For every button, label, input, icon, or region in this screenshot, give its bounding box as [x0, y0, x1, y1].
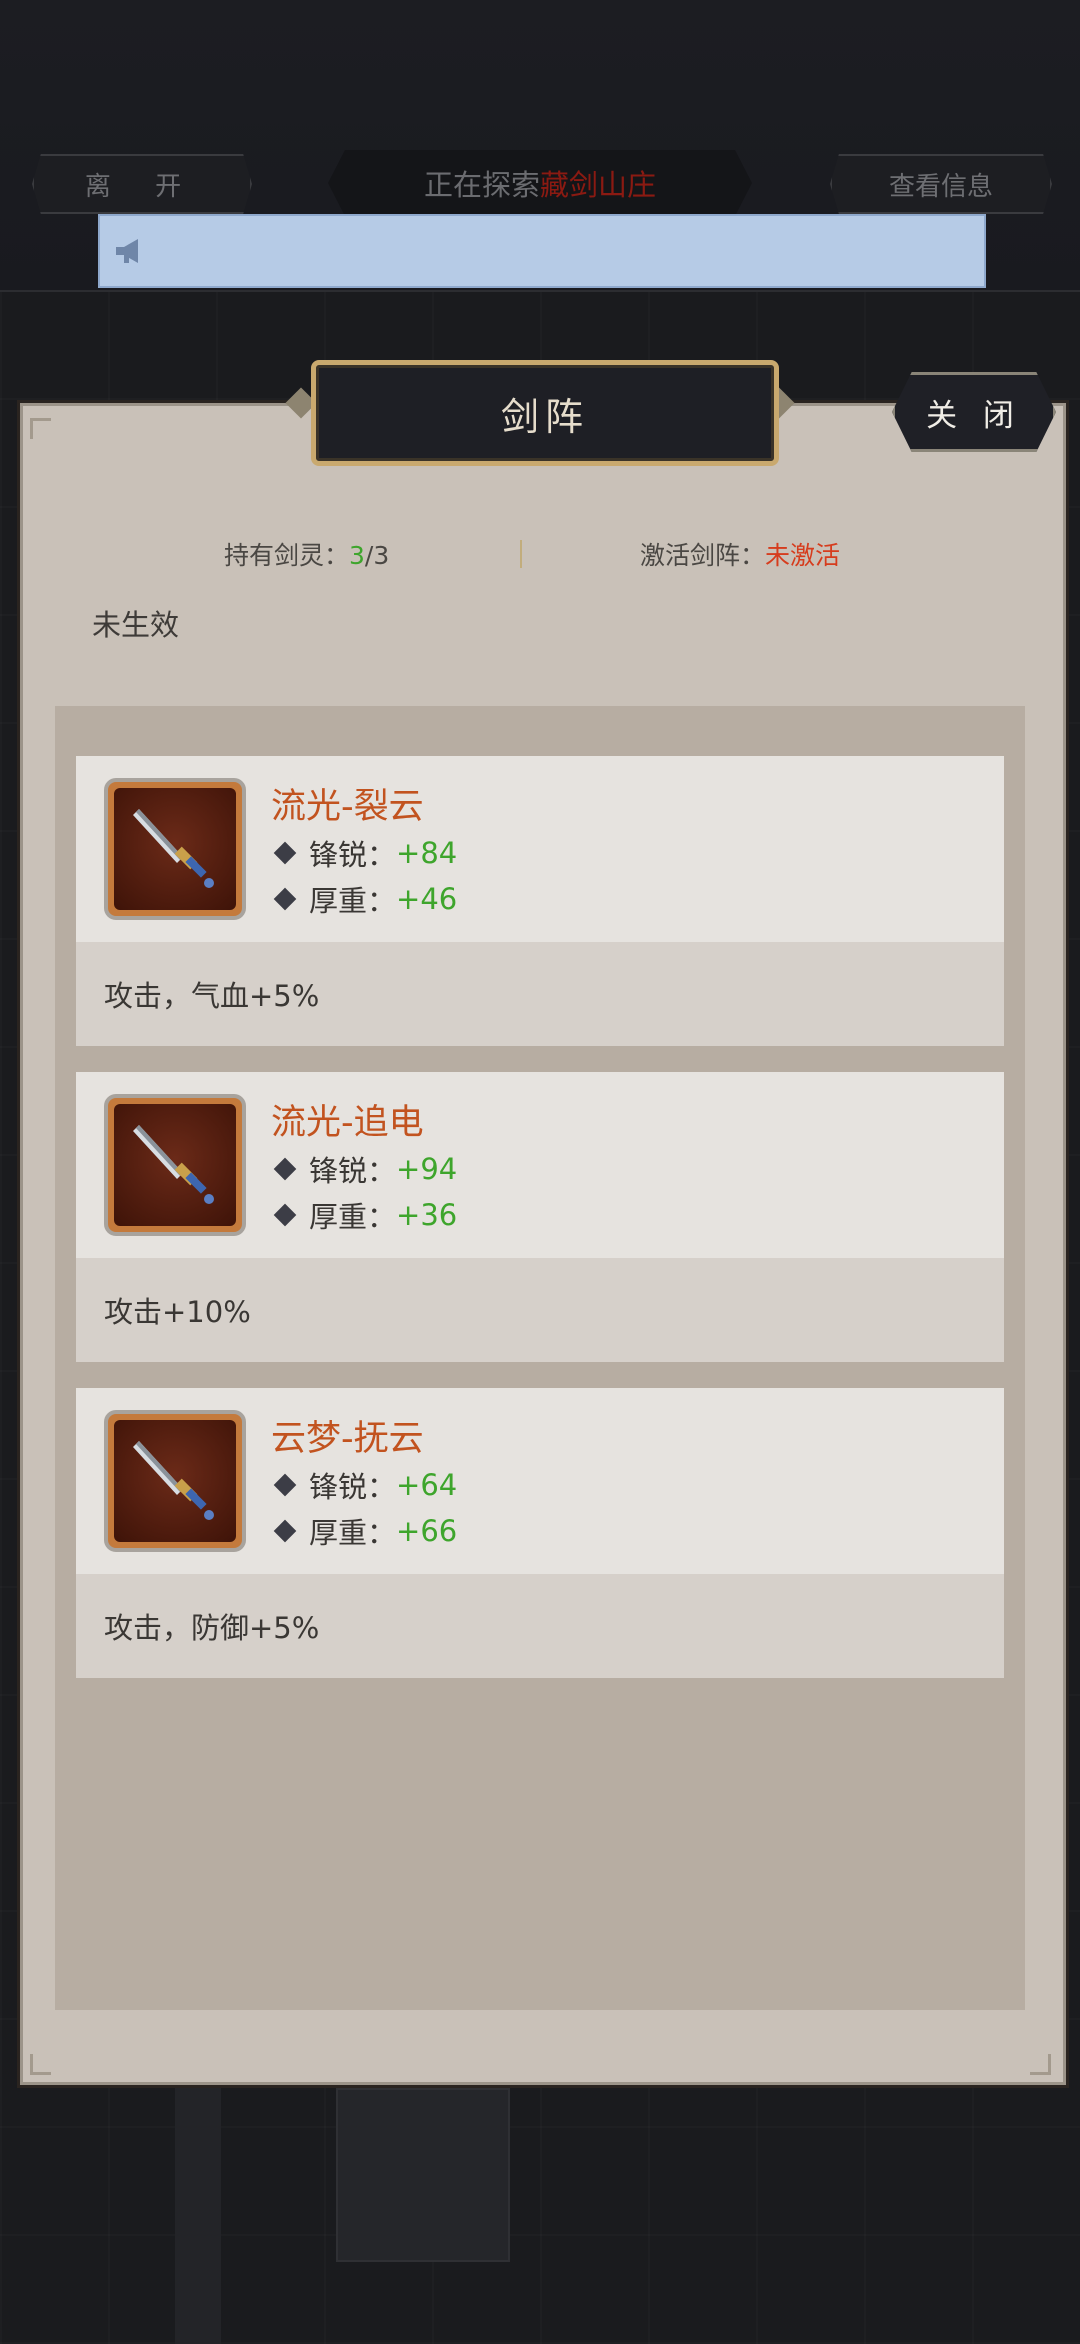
held-label: 持有剑灵： [224, 541, 350, 570]
sword-card-effect: 攻击，防御+5% [76, 1574, 1004, 1678]
weight-value: +36 [396, 1198, 458, 1232]
notice-bar[interactable] [98, 214, 986, 288]
sword-icon [133, 809, 214, 888]
dialog-corner-ornament [30, 2054, 51, 2075]
sword-icon [133, 1125, 214, 1204]
sword-name: 云梦-抚云 [271, 1419, 424, 1459]
view-info-label: 查看信息 [888, 171, 993, 202]
sword-effect-text: 攻击，防御+5% [104, 1611, 320, 1645]
weight-label: 厚重： [309, 1200, 397, 1234]
held-sword-spirits: 持有剑灵：3/3 [224, 536, 389, 572]
sharpness-label: 锋锐： [309, 838, 397, 872]
weight-label: 厚重： [309, 1516, 397, 1550]
sword-icon-frame[interactable] [104, 1094, 246, 1236]
held-current: 3 [349, 541, 365, 570]
exploring-place: 藏剑山庄 [540, 168, 657, 202]
sword-effect-text: 攻击+10% [104, 1295, 251, 1329]
sword-card[interactable]: 流光-裂云 锋锐： +84 厚重： +46 攻击，气血+5% [76, 756, 1004, 1046]
leave-button-label: 离 开 [84, 171, 200, 202]
held-total: /3 [364, 541, 390, 570]
sword-effect-text: 攻击，气血+5% [104, 979, 320, 1013]
close-button-label: 关 闭 [926, 397, 1022, 434]
sword-card-effect: 攻击+10% [76, 1258, 1004, 1362]
diamond-icon [273, 1473, 297, 1497]
leave-button[interactable]: 离 开 [32, 154, 252, 214]
sharpness-attribute: 锋锐： +84 [271, 832, 457, 874]
array-label: 激活剑阵： [640, 541, 766, 570]
sharpness-label: 锋锐： [309, 1154, 397, 1188]
weight-attribute: 厚重： +36 [271, 1194, 457, 1236]
sword-card[interactable]: 云梦-抚云 锋锐： +64 厚重： +66 攻击，防御+5% [76, 1388, 1004, 1678]
weight-attribute: 厚重： +46 [271, 878, 457, 920]
view-info-button[interactable]: 查看信息 [830, 154, 1052, 214]
sharpness-attribute: 锋锐： +94 [271, 1148, 457, 1190]
background-pillar [175, 2080, 221, 2344]
diamond-icon [273, 1203, 297, 1227]
exploring-prefix: 正在探索 [423, 168, 540, 202]
dialog-corner-ornament [30, 418, 51, 439]
activated-array: 激活剑阵：未激活 [640, 536, 840, 572]
sword-name: 流光-追电 [271, 1103, 424, 1143]
sword-card-header: 云梦-抚云 锋锐： +64 厚重： +66 [76, 1388, 1004, 1574]
diamond-icon [273, 1157, 297, 1181]
sharpness-value: +84 [396, 836, 458, 870]
stats-divider [520, 540, 522, 568]
weight-label: 厚重： [309, 884, 397, 918]
megaphone-icon [116, 239, 138, 263]
sword-icon-frame[interactable] [104, 778, 246, 920]
top-bar: 离 开 正在探索 藏剑山庄 查看信息 [0, 0, 1080, 292]
diamond-icon [273, 887, 297, 911]
sword-icon-frame[interactable] [104, 1410, 246, 1552]
sword-card[interactable]: 流光-追电 锋锐： +94 厚重： +36 攻击+10% [76, 1072, 1004, 1362]
background-statue [336, 2088, 510, 2262]
sharpness-value: +64 [396, 1468, 458, 1502]
sword-name: 流光-裂云 [271, 787, 424, 827]
sharpness-label: 锋锐： [309, 1470, 397, 1504]
close-button[interactable]: 关 闭 [892, 372, 1056, 452]
diamond-icon [273, 1519, 297, 1543]
effect-status: 未生效 [92, 608, 180, 642]
weight-value: +66 [396, 1514, 458, 1548]
sword-card-header: 流光-追电 锋锐： +94 厚重： +36 [76, 1072, 1004, 1258]
weight-attribute: 厚重： +66 [271, 1510, 457, 1552]
sharpness-value: +94 [396, 1152, 458, 1186]
weight-value: +46 [396, 882, 458, 916]
diamond-icon [273, 841, 297, 865]
dialog-corner-ornament [1030, 2054, 1051, 2075]
dialog-title-text: 剑阵 [500, 394, 589, 439]
sword-card-header: 流光-裂云 锋锐： +84 厚重： +46 [76, 756, 1004, 942]
array-status: 未激活 [765, 541, 841, 570]
dialog-title: 剑阵 [311, 360, 779, 466]
sword-icon [133, 1441, 214, 1520]
sword-card-effect: 攻击，气血+5% [76, 942, 1004, 1046]
sharpness-attribute: 锋锐： +64 [271, 1464, 457, 1506]
exploring-title: 正在探索 藏剑山庄 [328, 150, 752, 216]
